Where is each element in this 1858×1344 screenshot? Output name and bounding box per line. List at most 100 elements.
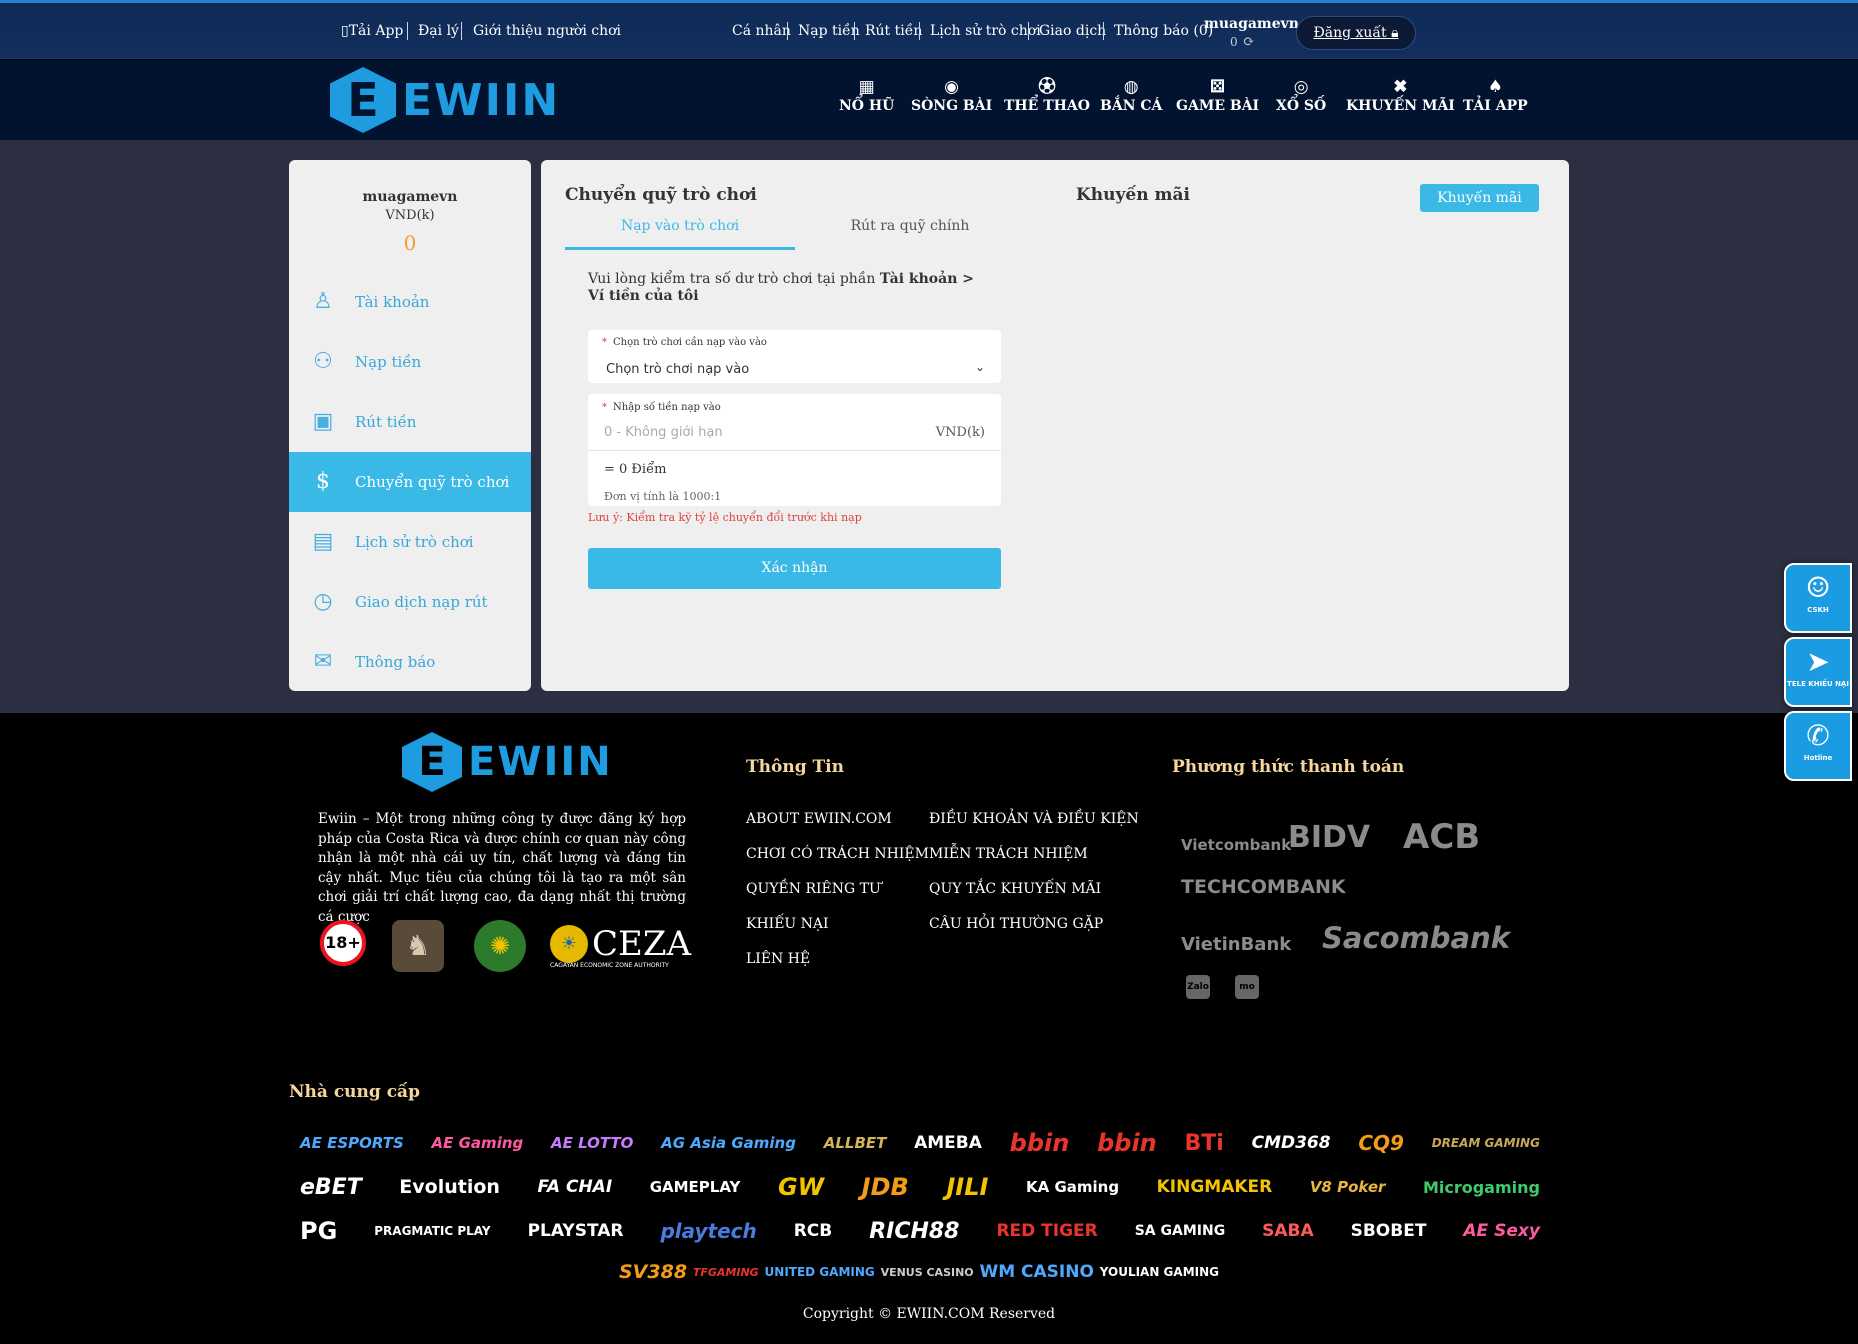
telegram-complaint-button[interactable]: ➤ TELE KHIẾU NẠI [1784,637,1852,707]
provider-logo: V8 Poker [1309,1178,1386,1196]
provider-logo: DREAM GAMING [1431,1136,1540,1150]
top-link-transactions[interactable]: Giao dịch [1039,23,1106,39]
sidebar-item-deposit[interactable]: ⚇ Nạp tiền [289,332,531,392]
withdraw-icon: ▣ [312,409,334,434]
top-link-app[interactable]: ▯Tải App [341,23,403,39]
provider-logo: AG Asia Gaming [661,1134,796,1152]
bank-vietcombank: Vietcombank [1181,836,1292,854]
nav-slots[interactable]: ▦ NỔ HŨ [839,76,894,114]
provider-logo: Evolution [399,1176,500,1198]
footer-logo[interactable]: E EWIIN [402,732,613,792]
top-link-referral[interactable]: Giới thiệu người chơi [473,23,621,39]
bank-vietinbank: VietinBank [1181,934,1292,955]
game-select-label: * Chọn trò chơi cần nạp vào vào [602,337,767,348]
nav-download-app[interactable]: ♠ TẢI APP [1463,76,1528,114]
footer-link-complaints[interactable]: KHIẾU NẠI [746,916,829,932]
logout-button[interactable]: Đăng xuất 🔒︎ [1296,16,1416,50]
deposit-icon: ⚇ [313,349,333,374]
provider-logo: CMD368 [1251,1133,1331,1153]
provider-logo: SA GAMING [1134,1223,1226,1239]
ceza-sun-icon: ☀ [550,925,588,963]
footer-link-privacy[interactable]: QUYỀN RIÊNG TƯ [746,881,881,897]
footer-link-terms[interactable]: ĐIỀU KHOẢN VÀ ĐIỀU KIỆN [929,811,1139,827]
conversion-rate: Đơn vị tính là 1000:1 [604,490,722,503]
footer-link-disclaimer[interactable]: MIỄN TRÁCH NHIỆM [929,846,1088,862]
top-username: muagamevn [1204,16,1299,32]
mail-icon: ✉ [313,649,333,674]
logo[interactable]: E EWIIN [330,67,560,133]
provider-logo: BTi [1184,1130,1224,1156]
provider-logo: PRAGMATIC PLAY [374,1224,491,1238]
footer-link-responsible[interactable]: CHƠI CÓ TRÁCH NHIỆM [746,846,929,862]
amount-input[interactable]: 0 - Không giới hạn [604,425,723,440]
dice-icon: ⚄ [1210,77,1225,97]
support-button[interactable]: ☺ CSKH [1784,563,1852,633]
nav-sports[interactable]: ⚽︎ THỂ THAO [1004,76,1090,114]
phone-small-icon: ▯ [341,23,349,39]
refresh-icon[interactable]: ⟳ [1243,34,1255,50]
footer-description: Ewiin – Một trong những công ty được đăn… [318,811,686,925]
sidebar-item-transfer[interactable]: $ Chuyển quỹ trò chơi [289,452,531,512]
sidebar-balance: 0 [403,231,417,255]
transfer-panel: Chuyển quỹ trò chơi Nạp vào trò chơi Rút… [541,160,1569,691]
provider-logo: SBOBET [1350,1221,1427,1241]
hotline-button[interactable]: ✆ Hotline [1784,711,1852,781]
lock-icon: 🔒︎ [1391,25,1399,41]
nav-promotions[interactable]: ✖ KHUYẾN MÃI [1346,76,1455,114]
tab-deposit-to-game[interactable]: Nạp vào trò chơi [565,218,795,250]
user-icon: ♙ [313,289,333,314]
game-select[interactable]: * Chọn trò chơi cần nạp vào vào Chọn trò … [588,330,1001,383]
provider-logo: RCB [793,1221,833,1241]
casino-chip-icon: ◉ [944,77,960,97]
sidebar-item-game-history[interactable]: ▤ Lịch sử trò chơi [289,512,531,572]
ceza-logo: ☀ CEZA [550,924,691,964]
promotion-button[interactable]: Khuyến mãi [1420,184,1539,212]
promotion-title: Khuyến mãi [1076,185,1190,205]
separator [854,22,855,40]
telegram-icon: ➤ [1806,645,1830,678]
provider-logo: PLAYSTAR [527,1221,624,1241]
provider-logo: eBET [300,1174,362,1200]
sidebar-item-transactions[interactable]: ◷ Giao dịch nạp rút [289,572,531,632]
sidebar-item-notifications[interactable]: ✉ Thông báo [289,632,531,691]
ceza-text: CEZA [592,924,692,964]
provider-logo: playtech [660,1219,757,1243]
soccer-ball-icon: ⚽︎ [1038,77,1056,97]
top-link-deposit[interactable]: Nạp tiền [798,23,860,39]
top-bar: ▯Tải App Đại lý Giới thiệu người chơi Cá… [0,0,1858,59]
providers-heading: Nhà cung cấp [289,1082,420,1102]
confirm-button[interactable]: Xác nhận [588,548,1001,589]
pagcor-logo-icon: ✺ [474,920,526,972]
top-link-personal[interactable]: Cá nhân [732,23,791,39]
nav-fishing[interactable]: ◍ BẮN CÁ [1100,76,1162,114]
nav-lottery[interactable]: ◎ XỔ SỐ [1276,76,1326,114]
lottery-ball-icon: ◎ [1293,77,1309,97]
provider-logo: bbin [1097,1129,1157,1157]
amount-box: * Nhập số tiền nạp vào 0 - Không giới hạn… [588,394,1001,506]
footer-link-about[interactable]: ABOUT EWIIN.COM [746,811,892,827]
info-heading: Thông Tin [746,757,844,777]
age-18-badge: 18+ [320,920,366,966]
sidebar-item-withdraw[interactable]: ▣ Rút tiền [289,392,531,452]
game-select-value: Chọn trò chơi nạp vào [606,362,750,377]
top-link-agent[interactable]: Đại lý [418,23,459,39]
nav-card-games[interactable]: ⚄ GAME BÀI [1176,76,1259,114]
provider-logo: KINGMAKER [1156,1177,1273,1197]
sidebar-item-account[interactable]: ♙ Tài khoản [289,272,531,332]
fish-icon: ◍ [1123,77,1139,97]
footer-link-promo-rules[interactable]: QUY TẮC KHUYẾN MÃI [929,881,1101,897]
top-link-game-history[interactable]: Lịch sử trò chơi [930,23,1041,39]
provider-logo: JDB [861,1173,909,1201]
provider-logo: AMEBA [914,1133,982,1153]
footer-link-contact[interactable]: LIÊN HỆ [746,951,810,967]
footer-link-faq[interactable]: CÂU HỎI THƯỜNG GẶP [929,916,1103,932]
tab-withdraw-to-main[interactable]: Rút ra quỹ chính [795,218,1025,250]
points-value: = 0 Điểm [604,462,667,477]
wallet-zalopay: Zalo Pay [1186,975,1210,1016]
sidebar-currency: VND(k) [385,208,435,223]
separator [461,22,462,40]
provider-logo: RICH88 [869,1218,960,1244]
top-link-notifications[interactable]: Thông báo (0) [1114,23,1213,39]
top-link-withdraw[interactable]: Rút tiền [865,23,922,39]
nav-casino[interactable]: ◉ SÒNG BÀI [911,76,992,114]
